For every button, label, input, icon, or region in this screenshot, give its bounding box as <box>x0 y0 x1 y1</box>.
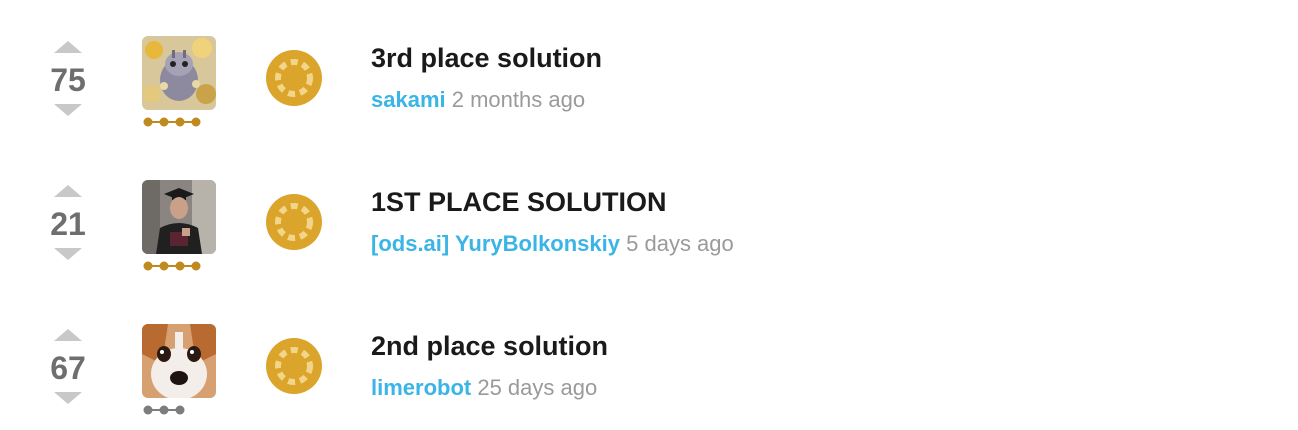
gold-medal-icon <box>266 194 322 250</box>
vote-count: 21 <box>50 206 86 242</box>
topic-meta: limerobot 25 days ago <box>371 374 597 402</box>
author-link[interactable]: [ods.ai] YuryBolkonskiy <box>371 231 620 256</box>
topic-row: 21 1ST PLACE SOLUTION [ods.ai] YuryBolko… <box>0 180 1298 280</box>
downvote-arrow-icon[interactable] <box>54 392 82 404</box>
user-avatar[interactable] <box>142 36 216 110</box>
post-time: 25 days ago <box>471 375 598 400</box>
vote-count: 75 <box>50 62 86 98</box>
user-avatar[interactable] <box>142 324 216 398</box>
topic-title[interactable]: 2nd place solution <box>371 328 608 364</box>
vote-widget: 75 <box>40 36 96 124</box>
upvote-arrow-icon[interactable] <box>54 41 82 53</box>
vote-count: 67 <box>50 350 86 386</box>
yury-avatar-icon <box>142 180 216 254</box>
upvote-arrow-icon[interactable] <box>54 329 82 341</box>
tier-progression-icon <box>143 261 201 271</box>
topic-row: 75 3rd place solution sakami 2 months ag… <box>0 36 1298 136</box>
tier-progression-icon <box>143 117 201 127</box>
vote-widget: 21 <box>40 180 96 268</box>
topic-title[interactable]: 3rd place solution <box>371 40 602 76</box>
downvote-arrow-icon[interactable] <box>54 248 82 260</box>
gold-medal-icon <box>266 50 322 106</box>
upvote-arrow-icon[interactable] <box>54 185 82 197</box>
topic-row: 67 2nd place solution limerobot 25 days … <box>0 324 1298 424</box>
topic-meta: sakami 2 months ago <box>371 86 585 114</box>
downvote-arrow-icon[interactable] <box>54 104 82 116</box>
gold-medal-icon <box>266 338 322 394</box>
vote-widget: 67 <box>40 324 96 412</box>
post-time: 5 days ago <box>620 231 734 256</box>
limerobot-avatar-icon <box>142 324 216 398</box>
topic-list: 75 3rd place solution sakami 2 months ag… <box>0 0 1298 430</box>
author-link[interactable]: sakami <box>371 87 446 112</box>
topic-meta: [ods.ai] YuryBolkonskiy 5 days ago <box>371 230 734 258</box>
author-link[interactable]: limerobot <box>371 375 471 400</box>
user-avatar[interactable] <box>142 180 216 254</box>
post-time: 2 months ago <box>445 87 586 112</box>
topic-title[interactable]: 1ST PLACE SOLUTION <box>371 184 667 220</box>
sakami-avatar-icon <box>142 36 216 110</box>
tier-progression-icon <box>143 405 185 415</box>
